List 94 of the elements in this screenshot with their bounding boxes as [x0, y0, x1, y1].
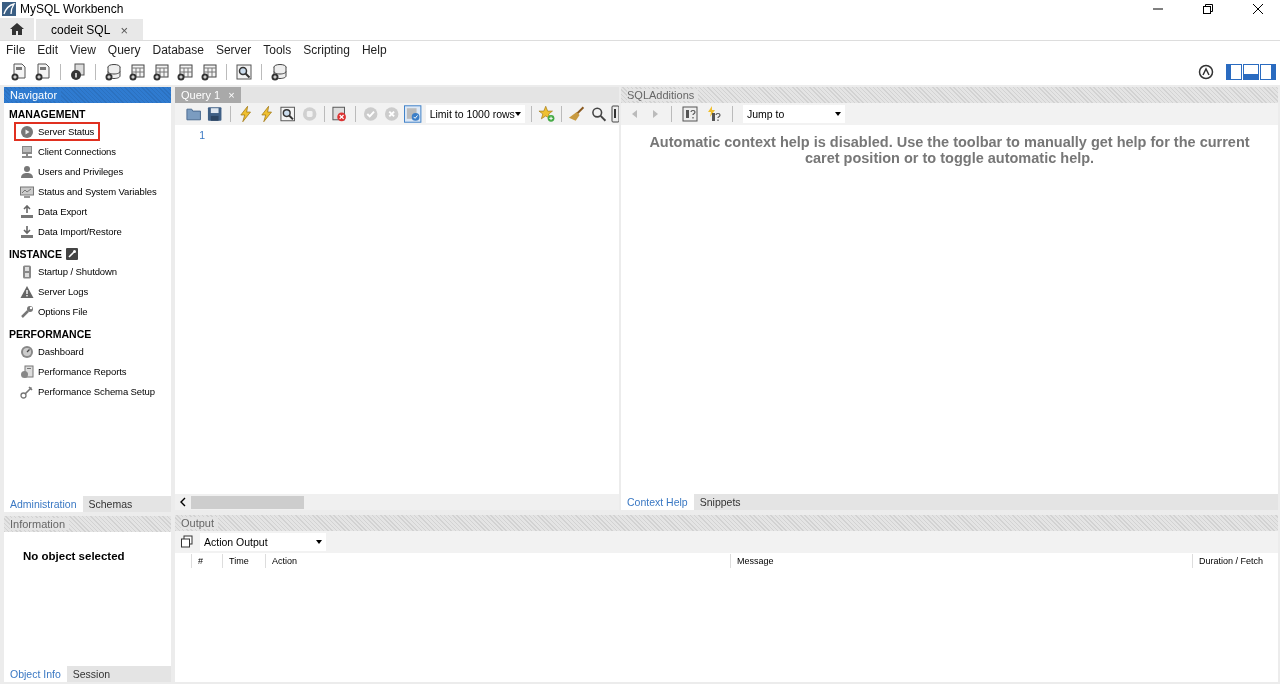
menu-item[interactable]: Edit: [37, 43, 59, 57]
menu-item[interactable]: View: [70, 43, 96, 57]
jump-to-dropdown[interactable]: Jump to: [743, 105, 845, 123]
panel-tab[interactable]: Object Info: [4, 666, 67, 682]
limit-rows-dropdown[interactable]: Limit to 1000 rows: [425, 105, 525, 123]
navigator-item[interactable]: Performance Reports: [14, 362, 133, 381]
sql-file-add-icon[interactable]: [10, 63, 28, 81]
sql-additions-header: SQLAdditions: [621, 87, 1278, 103]
column-header[interactable]: Action: [265, 554, 730, 568]
panel-tab[interactable]: Administration: [4, 496, 83, 512]
context-help-message: Automatic context help is disabled. Use the toolbar to manually get help for the current caret position or to toggle automatic help.: [648, 134, 1251, 166]
home-icon: [9, 22, 25, 36]
database-add-icon[interactable]: [104, 63, 122, 81]
navigator-item[interactable]: Status and System Variables: [14, 182, 163, 201]
manual-help-icon[interactable]: [682, 106, 698, 122]
output-mode-dropdown[interactable]: Action Output: [200, 533, 326, 551]
monitor-icon: [20, 144, 34, 159]
screen-icon: [20, 184, 34, 199]
navigator-item[interactable]: Performance Schema Setup: [14, 382, 161, 401]
navigator-item[interactable]: Dashboard: [14, 342, 90, 361]
star-add-icon[interactable]: [537, 105, 556, 123]
panel-tab[interactable]: Session: [66, 666, 117, 682]
menu-item[interactable]: File: [6, 43, 26, 57]
error-toggle-icon[interactable]: [331, 105, 349, 123]
connection-tab[interactable]: codeit SQL ×: [36, 19, 143, 40]
navigator-item[interactable]: Startup / Shutdown: [14, 262, 123, 281]
output-header: Output: [175, 515, 1278, 531]
panel-tab[interactable]: Schemas: [82, 496, 139, 512]
upload-icon: [20, 204, 34, 219]
navigator-item[interactable]: Options File: [14, 302, 94, 321]
column-header[interactable]: Time: [222, 554, 265, 568]
sidebar-toggle-icon[interactable]: [1226, 64, 1242, 80]
autocommit-icon[interactable]: [404, 105, 422, 123]
copy-icon[interactable]: [180, 535, 194, 549]
caret-icon: [835, 112, 841, 116]
search-table-icon[interactable]: [235, 63, 253, 81]
output-toggle-icon[interactable]: [1243, 64, 1259, 80]
device-icon: [20, 264, 34, 279]
tab-label: codeit SQL: [51, 23, 111, 37]
user-icon: [20, 164, 34, 179]
navigator-item[interactable]: Client Connections: [14, 142, 122, 161]
magnifier-icon[interactable]: [279, 105, 297, 123]
home-button[interactable]: [0, 18, 34, 40]
window-title: MySQL Workbench: [20, 2, 124, 16]
wrench-icon: [20, 304, 34, 319]
panel-tab[interactable]: Context Help: [621, 494, 694, 510]
column-header[interactable]: Duration / Fetch: [1192, 554, 1278, 568]
navigator-header: Navigator: [4, 87, 171, 103]
table-add-icon[interactable]: [128, 63, 146, 81]
menu-item[interactable]: Scripting: [303, 43, 350, 57]
close-tab-button[interactable]: ×: [120, 22, 128, 38]
scrollbar-thumb[interactable]: [191, 495, 304, 509]
view-add-icon[interactable]: [152, 63, 170, 81]
auto-help-icon[interactable]: [706, 106, 722, 122]
caret-icon: [316, 540, 322, 544]
column-header[interactable]: Message: [730, 554, 1192, 568]
empty-message: No object selected: [23, 550, 125, 562]
menu-item[interactable]: Tools: [263, 43, 292, 57]
download-icon: [20, 224, 34, 239]
line-number: 1: [199, 129, 205, 141]
warning-icon: [20, 284, 34, 299]
sql-file-open-icon[interactable]: [34, 63, 52, 81]
restore-icon[interactable]: [1202, 3, 1214, 15]
account-circle-icon[interactable]: [1198, 64, 1214, 80]
menu-item[interactable]: Help: [361, 43, 387, 57]
save-icon[interactable]: [206, 105, 224, 123]
section-heading: MANAGEMENT: [9, 108, 86, 120]
navigator-item[interactable]: Server Status: [14, 122, 101, 141]
scroll-left-icon[interactable]: [179, 497, 187, 507]
report-icon: [20, 364, 34, 379]
navigator-item[interactable]: Data Import/Restore: [14, 222, 128, 241]
database-connect-icon[interactable]: [270, 63, 288, 81]
column-header[interactable]: #: [191, 554, 222, 568]
menu-item[interactable]: Server: [215, 43, 252, 57]
play-circle-icon: [20, 124, 34, 139]
caret-icon: [514, 112, 521, 116]
wrench-badge-icon: [65, 248, 78, 260]
function-add-icon[interactable]: [200, 63, 218, 81]
navigator-item[interactable]: Users and Privileges: [14, 162, 130, 181]
secondary-sidebar-toggle-icon[interactable]: [1260, 64, 1276, 80]
section-heading: INSTANCE: [9, 248, 62, 260]
menu-item[interactable]: Query: [107, 43, 141, 57]
procedure-add-icon[interactable]: [176, 63, 194, 81]
broom-icon[interactable]: [568, 105, 586, 123]
gauge-icon: [20, 344, 34, 359]
section-heading: PERFORMANCE: [9, 328, 92, 340]
information-header: Information: [4, 516, 171, 532]
search-icon[interactable]: [589, 105, 607, 123]
menu-item[interactable]: Database: [152, 43, 204, 57]
panel-tab[interactable]: Snippets: [693, 494, 747, 510]
info-icon[interactable]: [69, 63, 87, 81]
navigator-item[interactable]: Server Logs: [14, 282, 95, 301]
close-icon[interactable]: [1252, 3, 1264, 15]
navigator-item[interactable]: Data Export: [14, 202, 94, 221]
